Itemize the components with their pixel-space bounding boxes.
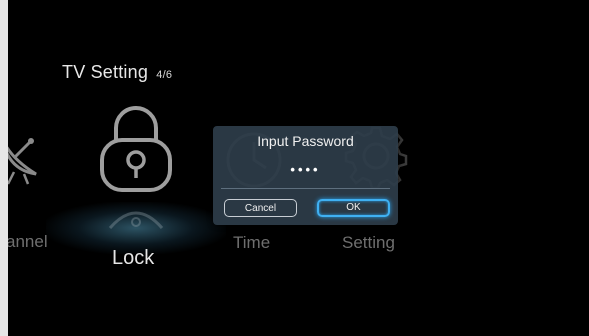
tv-screen: TV Setting 4/6 annel Lock Time Setting I…: [8, 6, 589, 336]
menu-label-lock: Lock: [112, 247, 155, 269]
menu-label-time: Time: [233, 233, 271, 252]
password-field[interactable]: ••••: [213, 162, 398, 177]
password-dialog: Input Password •••• Cancel OK: [213, 126, 398, 225]
left-border: [0, 0, 8, 336]
satellite-dish-icon: [8, 138, 37, 185]
lock-icon-reflection: [108, 211, 164, 229]
ok-button[interactable]: OK: [317, 199, 390, 217]
dialog-title: Input Password: [257, 133, 354, 149]
menu-label-setting: Setting: [342, 233, 395, 252]
page-title: TV Setting 4/6: [62, 62, 172, 83]
cancel-button[interactable]: Cancel: [224, 199, 297, 217]
dialog-divider: [221, 188, 390, 189]
lock-icon: [100, 106, 172, 192]
title-text: TV Setting: [62, 62, 149, 82]
menu-label-channel: annel: [8, 232, 48, 251]
page-indicator: 4/6: [156, 69, 173, 81]
